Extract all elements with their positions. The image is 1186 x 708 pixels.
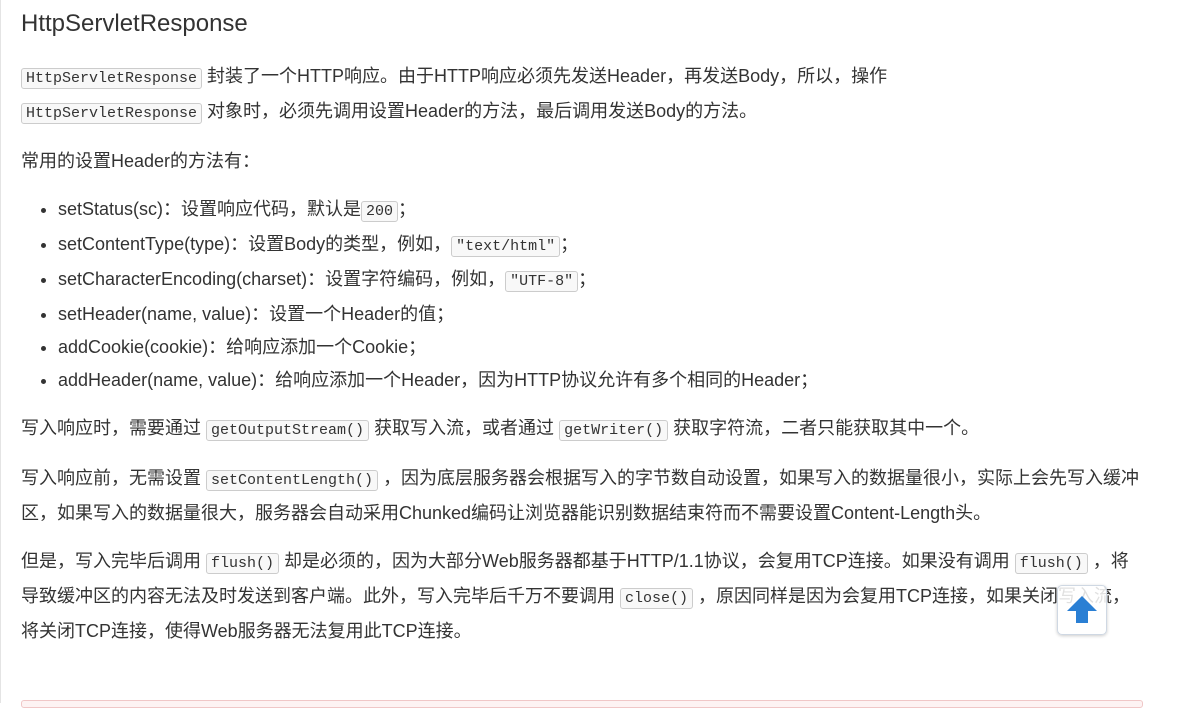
list-item-text: setCharacterEncoding(charset)：设置字符编码，例如， [58, 269, 506, 289]
inline-code: flush() [1014, 553, 1088, 574]
intro-text-1: 封装了一个HTTP响应。由于HTTP响应必须先发送Header，再发送Body，… [207, 66, 888, 86]
list-item: addCookie(cookie)：给响应添加一个Cookie； [58, 331, 1146, 364]
inline-code: HttpServletResponse [21, 68, 203, 89]
paragraph-text: 获取写入流，或者通过 [374, 418, 555, 438]
inline-code: 200 [361, 201, 399, 222]
next-callout-box [21, 700, 1143, 708]
inline-code: flush() [206, 553, 280, 574]
section-title: HttpServletResponse [21, 10, 248, 37]
list-item-text: setContentType(type)：设置Body的类型，例如， [58, 234, 452, 254]
inline-code: getOutputStream() [206, 420, 370, 441]
content-left-border [0, 0, 1, 703]
list-item-suffix: ； [578, 269, 597, 289]
list-item-text: addHeader(name, value)：给响应添加一个Header，因为H… [58, 370, 819, 390]
methods-list: setStatus(sc)：设置响应代码，默认是200； setContentT… [21, 193, 1146, 397]
write-response-paragraph: 写入响应时，需要通过 getOutputStream() 获取写入流，或者通过 … [21, 412, 1146, 447]
inline-code: "text/html" [451, 236, 561, 257]
list-item-text: setHeader(name, value)：设置一个Header的值； [58, 304, 455, 324]
back-to-top-button[interactable] [1057, 585, 1107, 635]
paragraph-text: 获取字符流，二者只能获取其中一个。 [673, 418, 980, 438]
methods-heading: 常用的设置Header的方法有： [21, 151, 261, 171]
inline-code: HttpServletResponse [21, 103, 203, 124]
paragraph-text: 却是必须的，因为大部分Web服务器都基于HTTP/1.1协议，会复用TCP连接。… [284, 551, 1010, 571]
article-content: HttpServletResponse HttpServletResponse … [21, 8, 1146, 663]
list-item: addHeader(name, value)：给响应添加一个Header，因为H… [58, 364, 1146, 397]
list-item: setStatus(sc)：设置响应代码，默认是200； [58, 193, 1146, 228]
list-item-suffix: ； [398, 199, 417, 219]
paragraph-text: 写入响应前，无需设置 [21, 468, 201, 488]
intro-text-2: 对象时，必须先调用设置Header的方法，最后调用发送Body的方法。 [207, 101, 758, 121]
list-item-text: addCookie(cookie)：给响应添加一个Cookie； [58, 337, 427, 357]
content-length-paragraph: 写入响应前，无需设置 setContentLength() ，因为底层服务器会根… [21, 462, 1146, 530]
inline-code: setContentLength() [206, 470, 379, 491]
list-item: setContentType(type)：设置Body的类型，例如，"text/… [58, 228, 1146, 263]
list-item-suffix: ； [560, 234, 579, 254]
inline-code: "UTF-8" [505, 271, 579, 292]
intro-paragraph: HttpServletResponse 封装了一个HTTP响应。由于HTTP响应… [21, 60, 1146, 130]
inline-code: close() [620, 588, 694, 609]
list-item-text: setStatus(sc)：设置响应代码，默认是 [58, 199, 362, 219]
paragraph-text: 写入响应时，需要通过 [21, 418, 201, 438]
paragraph-text: 但是，写入完毕后调用 [21, 551, 201, 571]
list-item: setCharacterEncoding(charset)：设置字符编码，例如，… [58, 263, 1146, 298]
arrow-up-icon [1067, 596, 1097, 623]
inline-code: getWriter() [559, 420, 669, 441]
flush-paragraph: 但是，写入完毕后调用 flush() 却是必须的，因为大部分Web服务器都基于H… [21, 545, 1146, 648]
list-item: setHeader(name, value)：设置一个Header的值； [58, 298, 1146, 331]
